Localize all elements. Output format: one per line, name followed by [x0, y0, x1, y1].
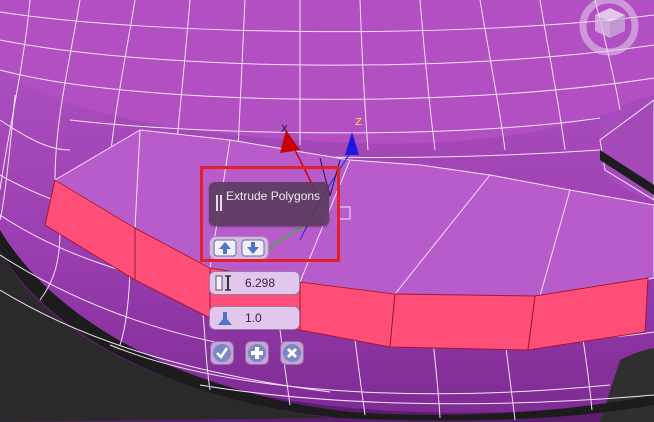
- height-icon: [215, 275, 231, 291]
- outline-field[interactable]: 1.0: [209, 306, 300, 330]
- apply-and-continue-button[interactable]: [245, 341, 269, 365]
- close-icon: [283, 344, 301, 362]
- plus-icon: [248, 344, 266, 362]
- ok-button[interactable]: [210, 341, 234, 365]
- highlight-box: [200, 166, 340, 262]
- axis-label-z: Z: [355, 117, 362, 128]
- cancel-button[interactable]: [280, 341, 304, 365]
- outline-icon: [218, 312, 232, 325]
- height-value: 6.298: [245, 276, 276, 290]
- viewcube-icon[interactable]: [573, 0, 654, 62]
- height-field[interactable]: 6.298: [209, 271, 300, 295]
- checkmark-icon: [213, 344, 231, 362]
- axis-label-x: X: [281, 124, 288, 135]
- outline-value: 1.0: [245, 311, 262, 325]
- 3d-viewport[interactable]: Z X Extrude Polygons 6.298 1.0: [0, 0, 654, 422]
